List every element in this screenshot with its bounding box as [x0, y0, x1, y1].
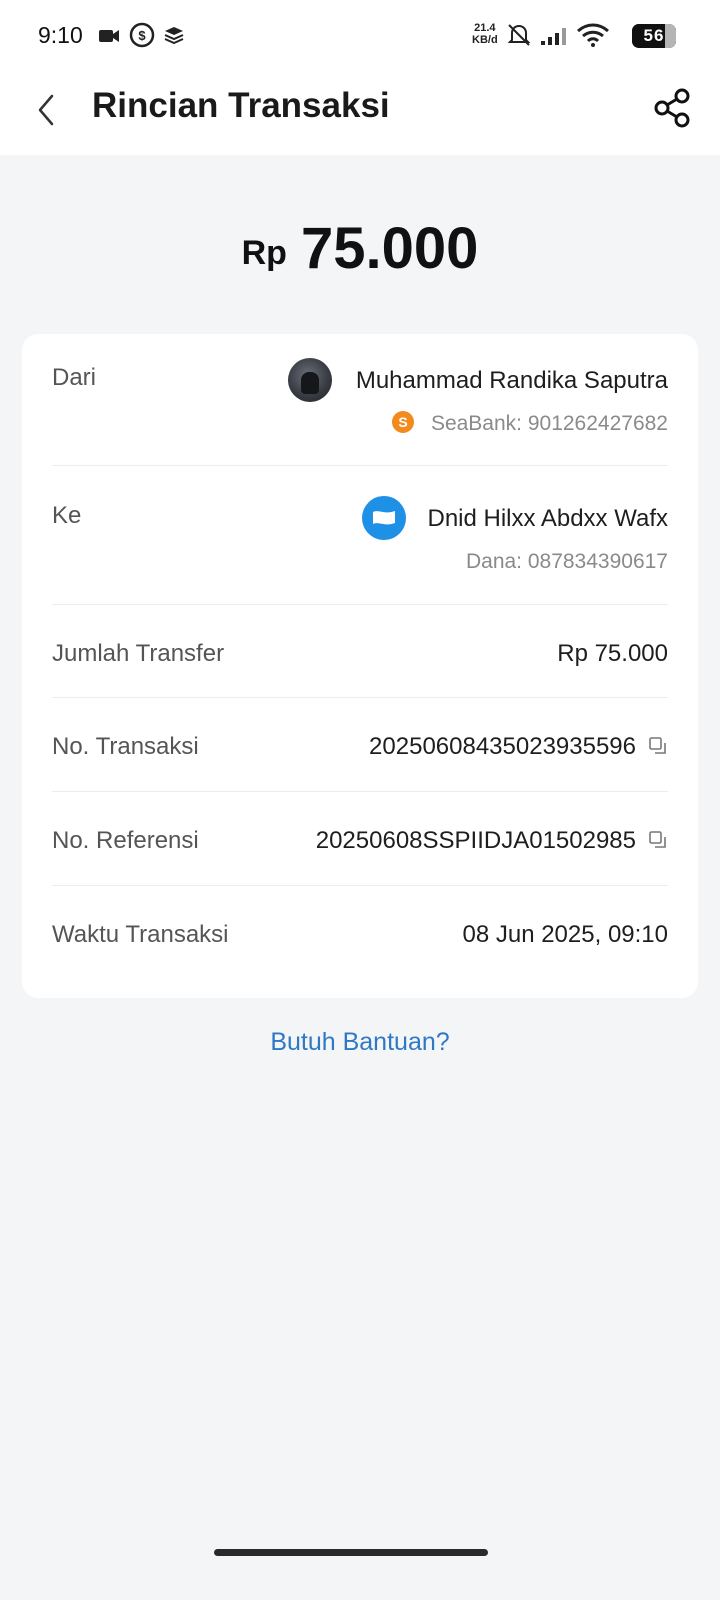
network-speed: 21.4 KB/d — [472, 22, 498, 46]
transaction-time-label: Waktu Transaksi — [52, 921, 229, 948]
divider — [52, 697, 668, 698]
seamoney-icon: $ — [129, 22, 155, 48]
transaction-time-row: Waktu Transaksi 08 Jun 2025, 09:10 — [52, 921, 668, 951]
reference-no-row: No. Referensi 20250608SSPIIDJA01502985 — [52, 827, 668, 857]
divider — [52, 465, 668, 466]
transfer-amount-row: Jumlah Transfer Rp 75.000 — [52, 640, 668, 670]
seabank-icon: S — [392, 411, 414, 433]
reference-no-value: 20250608SSPIIDJA01502985 — [315, 827, 636, 854]
amount-currency: Rp — [241, 234, 287, 272]
status-bar: 9:10 $ 21.4 KB/d 56 — [0, 0, 720, 70]
to-row: Ke Dnid Hilxx Abdxx Wafx Dana: 087834390… — [52, 496, 668, 612]
from-row: Dari Muhammad Randika Saputra S SeaBank:… — [52, 358, 668, 474]
divider — [52, 604, 668, 605]
transaction-details-card: Dari Muhammad Randika Saputra S SeaBank:… — [22, 334, 698, 998]
battery-level: 56 — [643, 26, 665, 45]
transaction-no-label: No. Transaksi — [52, 733, 199, 760]
signal-icon — [541, 28, 566, 45]
battery-icon: 56 — [632, 24, 676, 48]
from-label: Dari — [52, 364, 97, 391]
sender-account: SeaBank: 901262427682 — [430, 412, 668, 435]
home-indicator[interactable] — [214, 1549, 488, 1556]
transaction-amount: Rp 75.000 — [0, 215, 720, 282]
transfer-amount-label: Jumlah Transfer — [52, 640, 225, 667]
back-button[interactable] — [30, 88, 64, 132]
status-time: 9:10 — [38, 22, 83, 48]
sender-name: Muhammad Randika Saputra — [355, 367, 668, 394]
amount-value: 75.000 — [300, 216, 479, 281]
page-title: Rincian Transaksi — [92, 86, 390, 125]
transaction-time-value: 08 Jun 2025, 09:10 — [462, 921, 668, 948]
layers-icon — [164, 27, 184, 44]
recipient-name: Dnid Hilxx Abdxx Wafx — [427, 505, 668, 532]
help-link[interactable]: Butuh Bantuan? — [0, 1028, 720, 1057]
transfer-amount-value: Rp 75.000 — [557, 640, 668, 667]
video-icon — [99, 30, 119, 42]
wifi-icon — [577, 23, 609, 47]
network-speed-unit: KB/d — [472, 34, 498, 46]
copy-icon[interactable] — [648, 830, 668, 850]
divider — [52, 791, 668, 792]
transaction-no-row: No. Transaksi 20250608435023935596 — [52, 733, 668, 763]
to-label: Ke — [52, 502, 82, 529]
transaction-no-value: 20250608435023935596 — [369, 733, 636, 760]
share-icon[interactable] — [650, 86, 694, 130]
bell-off-icon — [507, 24, 531, 46]
sender-avatar — [288, 358, 332, 402]
copy-icon[interactable] — [648, 736, 668, 756]
dana-wallet-icon — [373, 511, 395, 525]
reference-no-label: No. Referensi — [52, 827, 199, 854]
network-speed-value: 21.4 — [474, 22, 496, 34]
recipient-account: Dana: 087834390617 — [465, 550, 668, 573]
dana-icon — [362, 496, 406, 540]
divider — [52, 885, 668, 886]
app-header: Rincian Transaksi — [0, 70, 720, 155]
svg-text:$: $ — [138, 28, 146, 43]
